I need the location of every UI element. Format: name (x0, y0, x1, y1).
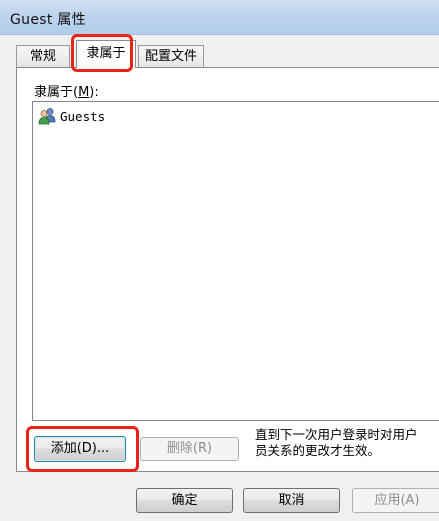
remove-button[interactable]: 删除(R) (140, 437, 239, 461)
member-of-label-key: M (78, 85, 90, 100)
tab-profile[interactable]: 配置文件 (138, 45, 204, 67)
title-bar[interactable]: Guest 属性 (0, 0, 439, 35)
note-line-1: 直到下一次用户登录时对用户 (255, 427, 418, 442)
member-of-label-suffix: ): (89, 85, 99, 100)
tab-general[interactable]: 常规 (16, 45, 70, 67)
window-title: Guest 属性 (10, 12, 86, 28)
cancel-button[interactable]: 取消 (243, 488, 340, 513)
ok-button[interactable]: 确定 (136, 488, 233, 513)
member-of-label: 隶属于(M): (34, 81, 99, 100)
group-name: Guests (60, 108, 106, 124)
member-of-label-prefix: 隶属于( (34, 85, 79, 100)
apply-button[interactable]: 应用(A) (352, 488, 439, 513)
tab-member-of[interactable]: 隶属于 (76, 40, 136, 68)
member-of-listbox[interactable]: Guests (32, 101, 439, 421)
membership-change-note: 直到下一次用户登录时对用户 员关系的更改才生效。 (255, 427, 439, 459)
properties-dialog: Guest 属性 常规 隶属于 配置文件 隶属于(M): Guests 添加(D… (0, 0, 439, 521)
add-button[interactable]: 添加(D)... (34, 436, 126, 462)
note-line-2: 员关系的更改才生效。 (255, 443, 381, 458)
list-item[interactable]: Guests (37, 107, 105, 125)
group-icon (37, 107, 57, 125)
